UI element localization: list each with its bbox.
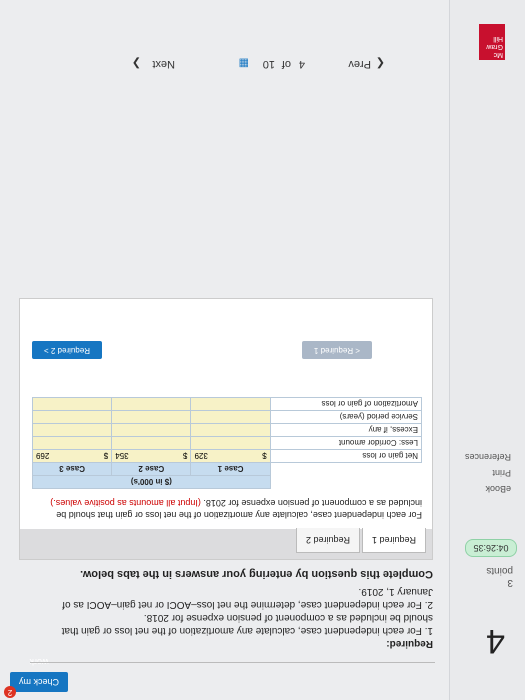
next-button[interactable]: Next — [152, 58, 175, 70]
currency-symbol: $ — [183, 451, 188, 461]
screen: 4 3 points 04:26:35 eBook Print Referenc… — [0, 0, 525, 700]
requirements: Required: 1. For each independent case, … — [33, 585, 433, 650]
table-row: Less: Corridor amount — [32, 436, 422, 450]
table-row: Excess, if any — [32, 423, 422, 437]
tab-required-2[interactable]: Required 2 — [296, 528, 360, 553]
current-page: 4 — [298, 58, 305, 70]
cell-input[interactable]: $269 — [32, 449, 112, 463]
requirement-2: 2. For each independent case, determine … — [62, 586, 433, 610]
row-label: Excess, if any — [270, 423, 422, 437]
cell-input[interactable] — [111, 436, 191, 450]
prev-button[interactable]: Prev — [348, 58, 371, 70]
points-value: 3 — [507, 577, 513, 588]
cell-input[interactable] — [32, 410, 112, 424]
points-label: points — [486, 565, 513, 576]
page-of: of — [281, 58, 291, 70]
cell-input[interactable] — [111, 397, 191, 411]
table-row: Net gain or loss $329 $354 $269 — [32, 449, 422, 463]
task-hint: (Input all amounts as positive values.) — [50, 498, 201, 508]
cell-input[interactable] — [32, 397, 112, 411]
total-pages: 10 — [262, 58, 275, 70]
table-row: Service period (years) — [32, 410, 422, 424]
row-label: Amortization of gain or loss — [270, 397, 422, 411]
required-2-next-button[interactable]: Required 2 > — [32, 341, 102, 359]
question-number: 4 — [486, 622, 505, 660]
row-label: Service period (years) — [270, 410, 422, 424]
attempts-badge: 2 — [4, 686, 16, 698]
ebook-link[interactable]: eBook — [485, 484, 511, 494]
pagination: ❮ Prev 4 of 10 ▦ Next ❯ — [85, 50, 385, 70]
cell-input[interactable]: $354 — [111, 449, 191, 463]
row-label: Net gain or loss — [270, 449, 422, 463]
cell-input[interactable] — [191, 397, 271, 411]
print-link[interactable]: Print — [492, 468, 511, 478]
table-corner-2 — [270, 462, 422, 476]
mcgraw-hill-logo: Mc Graw Hill — [479, 24, 505, 60]
cell-input[interactable] — [191, 423, 271, 437]
requirements-heading: Required: — [386, 638, 433, 649]
cell-input[interactable] — [111, 423, 191, 437]
next-arrow-icon[interactable]: ❯ — [132, 57, 141, 70]
requirement-1: 1. For each independent case, calculate … — [61, 612, 433, 636]
references-link[interactable]: References — [465, 452, 511, 462]
row-label: Less: Corridor amount — [270, 436, 422, 450]
amortization-table: ($ in 000's) Case 1 Case 2 Case 3 Net ga… — [32, 397, 422, 489]
check-my-work-button[interactable]: Check my work — [10, 657, 68, 692]
cell-value: 329 — [194, 451, 208, 461]
tab-bar: Required 1 Required 2 — [20, 528, 432, 559]
cell-input[interactable] — [111, 410, 191, 424]
table-corner — [270, 475, 422, 489]
tab-required-1[interactable]: Required 1 — [362, 528, 426, 553]
cell-value: 354 — [115, 451, 129, 461]
cell-input[interactable] — [191, 410, 271, 424]
instruction-text: Complete this question by entering your … — [80, 568, 433, 580]
currency-symbol: $ — [262, 451, 267, 461]
points-info: 3 points — [486, 564, 513, 588]
panel-nav: < Required 1 Required 2 > — [32, 339, 372, 359]
cell-input[interactable] — [32, 423, 112, 437]
table-row: Amortization of gain or loss — [32, 397, 422, 411]
cell-value: 269 — [36, 451, 50, 461]
column-header: Case 1 — [191, 462, 271, 476]
timer: 04:26:35 — [465, 539, 517, 557]
prev-arrow-icon[interactable]: ❮ — [376, 57, 385, 70]
column-header: Case 2 — [111, 462, 191, 476]
grid-icon[interactable]: ▦ — [239, 57, 249, 70]
unit-header: ($ in 000's) — [32, 475, 271, 489]
left-rail: 4 3 points 04:26:35 eBook Print Referenc… — [449, 0, 525, 700]
currency-symbol: $ — [103, 451, 109, 461]
cell-input[interactable] — [191, 436, 271, 450]
header-divider — [30, 662, 435, 663]
cell-input[interactable] — [32, 436, 112, 450]
column-header: Case 3 — [32, 462, 112, 476]
required-1-prev-button[interactable]: < Required 1 — [302, 341, 372, 359]
cell-input[interactable]: $329 — [191, 449, 271, 463]
task-text: For each independent case, calculate any… — [27, 497, 422, 521]
answer-panel: Required 1 Required 2 For each independe… — [19, 298, 433, 560]
